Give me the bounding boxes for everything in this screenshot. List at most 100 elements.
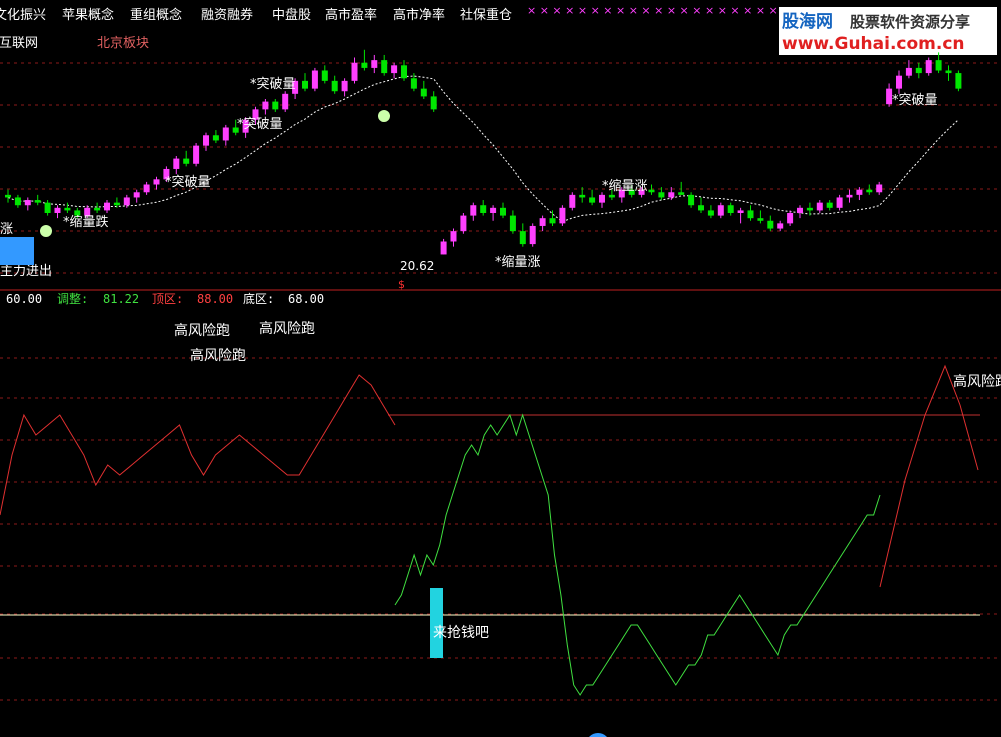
- label-shrink-fall: *缩量跌: [63, 214, 109, 230]
- candle-body: [64, 207, 71, 211]
- candle-body: [14, 197, 21, 206]
- candle-body: [143, 184, 150, 193]
- candle-body: [94, 207, 101, 211]
- tag-midcap[interactable]: 中盘股: [272, 7, 311, 23]
- indicator-adjust-value: 81.22: [103, 292, 139, 306]
- label-high-risk-1: 高风险跑: [174, 322, 230, 339]
- candle-body: [193, 145, 200, 164]
- watermark-name: 股海网: [782, 11, 833, 32]
- tag-social-security[interactable]: 社保重仓: [460, 7, 512, 23]
- candle-body: [519, 231, 526, 245]
- candle-body: [955, 73, 962, 89]
- watermark-slogan: 股票软件资源分享: [850, 13, 970, 31]
- sub-tag-internet[interactable]: 互联网: [0, 36, 38, 51]
- candle-body: [480, 205, 487, 213]
- candle-body: [123, 197, 130, 206]
- candle-body: [410, 78, 417, 89]
- candle-body: [767, 220, 774, 229]
- candle-body: [430, 96, 437, 110]
- candle-body: [44, 202, 51, 213]
- candle-body: [222, 127, 229, 141]
- candle-body: [381, 60, 388, 74]
- candle-body: [321, 70, 328, 81]
- label-grab-money: 来抢钱吧: [433, 624, 489, 641]
- candle-body: [311, 70, 318, 89]
- tag-apple[interactable]: 苹果概念: [62, 7, 114, 23]
- candle-body: [945, 70, 952, 74]
- indicator-bottom-label: 底区:: [243, 291, 274, 306]
- candle-body: [133, 192, 140, 198]
- candle-body: [777, 223, 784, 229]
- candle-body: [648, 189, 655, 193]
- reference-lines: [0, 414, 980, 616]
- candle-body: [876, 184, 883, 193]
- candle-body: [361, 62, 368, 68]
- candle-body: [391, 65, 398, 74]
- marker-row: × × × × × × × × × × × × × × × × × × × ×: [527, 4, 778, 17]
- candle-body: [549, 218, 556, 224]
- tag-high-pb[interactable]: 高市净率: [393, 7, 445, 23]
- candle-body: [262, 101, 269, 110]
- indicator-adjust-label: 调整:: [57, 291, 88, 306]
- candle-body: [450, 231, 457, 242]
- candle-body: [668, 192, 675, 198]
- candle-body: [470, 205, 477, 216]
- label-low-price: 20.62: [400, 259, 434, 273]
- candle-body: [24, 200, 31, 206]
- sell-mark-icon: $: [398, 278, 405, 291]
- candle-body: [529, 225, 536, 245]
- label-shrink-rise-1: *缩量涨: [495, 254, 541, 270]
- candle-body: [539, 218, 546, 226]
- candle-body: [905, 67, 912, 76]
- tag-restructure[interactable]: 重组概念: [130, 7, 182, 23]
- candle-body: [5, 194, 11, 198]
- candle-body: [54, 207, 61, 213]
- candle-body: [212, 135, 219, 141]
- label-breakout-2: *突破量: [237, 116, 283, 132]
- candle-body: [896, 75, 902, 89]
- indicator-first-value: 60.00: [6, 292, 42, 306]
- label-main-in-out: 主力进出: [0, 264, 52, 279]
- tag-margin[interactable]: 融资融券: [201, 7, 253, 23]
- candle-body: [490, 207, 497, 213]
- candle-body: [707, 210, 714, 216]
- indicator-top-value: 88.00: [197, 292, 233, 306]
- candle-body: [203, 135, 209, 146]
- candle-body: [272, 101, 279, 110]
- ma-path: [7, 75, 959, 223]
- candle-body: [34, 200, 41, 203]
- label-breakout-4: *突破量: [892, 92, 938, 108]
- oscillator-low-segment: [394, 413, 881, 696]
- candle-body: [460, 215, 467, 232]
- label-high-risk-4: 高风险跑: [953, 373, 1001, 390]
- sector-tags: 文化振兴 苹果概念 重组概念 融资融券 中盘股 高市盈率 高市净率 社保重仓: [0, 7, 512, 23]
- tag-high-pe[interactable]: 高市盈率: [325, 7, 377, 23]
- candle-body: [371, 60, 378, 68]
- candle-body: [183, 158, 190, 164]
- candle-body: [579, 194, 586, 198]
- tag-culture[interactable]: 文化振兴: [0, 8, 46, 23]
- moving-average-line: [7, 75, 959, 223]
- candle-body: [401, 65, 407, 79]
- scroll-indicator[interactable]: [586, 733, 610, 737]
- candle-body: [331, 80, 338, 92]
- candle-body: [836, 197, 843, 208]
- candle-body: [866, 189, 873, 193]
- candle-body: [173, 158, 180, 169]
- label-shrink-rise-2: *缩量涨: [602, 178, 648, 194]
- candle-body: [856, 189, 863, 195]
- candle-body: [113, 202, 120, 206]
- watermark: 股海网 股票软件资源分享 www.Guhai.com.cn: [779, 7, 997, 55]
- indicator-labels: 高风险跑 高风险跑 高风险跑 高风险跑 来抢钱吧: [174, 320, 1001, 641]
- label-high-risk-3: 高风险跑: [190, 347, 246, 364]
- candle-body: [440, 241, 447, 255]
- grid-lines: [0, 62, 1001, 701]
- candle-body: [500, 207, 506, 216]
- indicator-top-label: 顶区:: [152, 292, 183, 306]
- buy-dot-icon: [40, 225, 52, 237]
- candle-body: [658, 192, 665, 198]
- sub-tag-beijing[interactable]: 北京板块: [97, 36, 149, 51]
- buy-dot-icon-2: [378, 110, 390, 122]
- candle-body: [826, 202, 833, 208]
- label-breakout-1: *突破量: [165, 174, 211, 190]
